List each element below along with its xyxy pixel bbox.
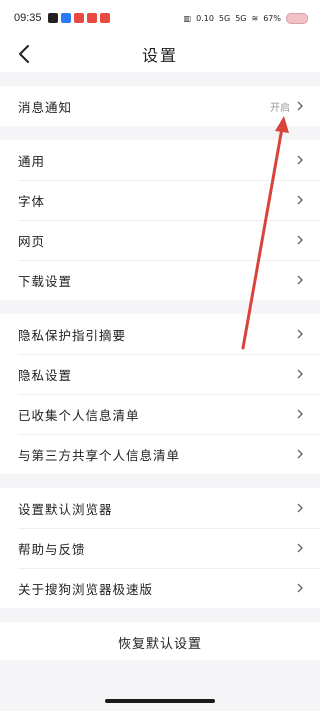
settings-item-font[interactable]: 字体 <box>0 180 320 220</box>
section-about: 设置默认浏览器 帮助与反馈 关于搜狗浏览器极速版 <box>0 488 320 608</box>
settings-item-default-browser[interactable]: 设置默认浏览器 <box>0 488 320 528</box>
settings-item-label: 字体 <box>18 193 46 209</box>
settings-item-notifications[interactable]: 消息通知 开启 <box>0 86 320 126</box>
chevron-right-icon <box>297 155 303 165</box>
settings-item-label: 通用 <box>18 153 46 169</box>
chevron-right-icon <box>297 329 303 339</box>
signal-label: 5G <box>235 13 247 23</box>
settings-item-privacy-summary[interactable]: 隐私保护指引摘要 <box>0 314 320 354</box>
restore-defaults-button[interactable]: 恢复默认设置 <box>0 622 320 662</box>
status-bar: 09:35 ▥ 0.10 5G 5G ≋ 67% <box>0 0 320 36</box>
chevron-right-icon <box>297 235 303 245</box>
settings-item-label: 消息通知 <box>18 99 73 115</box>
chevron-right-icon <box>297 275 303 285</box>
chevron-right-icon <box>297 369 303 379</box>
page-title: 设置 <box>141 46 178 65</box>
bottom-area <box>0 660 320 711</box>
section-divider <box>0 608 320 622</box>
restore-defaults-label: 恢复默认设置 <box>117 636 202 652</box>
settings-item-about[interactable]: 关于搜狗浏览器极速版 <box>0 568 320 608</box>
chevron-right-icon <box>297 195 303 205</box>
chevron-right-icon <box>297 583 303 593</box>
app-icon <box>47 13 58 23</box>
settings-item-label: 与第三方共享个人信息清单 <box>18 447 181 463</box>
back-arrow-icon[interactable] <box>14 42 36 66</box>
section-divider <box>0 72 320 86</box>
settings-item-collected-info[interactable]: 已收集个人信息清单 <box>0 394 320 434</box>
app-icon <box>60 13 71 23</box>
settings-item-label: 网页 <box>18 233 46 249</box>
header: 设置 <box>0 36 320 72</box>
section-divider <box>0 126 320 140</box>
battery-text: 67% <box>263 13 281 23</box>
settings-item-label: 隐私设置 <box>18 367 73 383</box>
network-speed: 0.10 <box>196 13 214 23</box>
settings-item-third-party[interactable]: 与第三方共享个人信息清单 <box>0 434 320 474</box>
signal-label: 5G <box>218 13 231 23</box>
app-icon <box>99 13 110 23</box>
settings-item-general[interactable]: 通用 <box>0 140 320 180</box>
battery-icon <box>286 12 308 24</box>
app-icon <box>73 13 84 23</box>
settings-item-label: 已收集个人信息清单 <box>18 407 140 423</box>
settings-item-privacy[interactable]: 隐私设置 <box>0 354 320 394</box>
chevron-right-icon <box>297 449 303 459</box>
home-indicator[interactable] <box>105 699 215 703</box>
settings-item-download[interactable]: 下载设置 <box>0 260 320 300</box>
section-divider <box>0 474 320 488</box>
section-divider <box>0 300 320 314</box>
status-time: 09:35 <box>14 12 42 24</box>
app-icon <box>86 13 97 23</box>
chevron-right-icon <box>297 409 303 419</box>
settings-item-value: 开启 <box>270 102 290 114</box>
section-privacy: 隐私保护指引摘要 隐私设置 已收集个人信息清单 与第三方共享个人信息清单 <box>0 314 320 474</box>
settings-item-webpage[interactable]: 网页 <box>0 220 320 260</box>
chevron-right-icon <box>297 543 303 553</box>
settings-item-label: 隐私保护指引摘要 <box>18 327 127 343</box>
wifi-icon: ≋ <box>251 13 259 23</box>
settings-item-label: 下载设置 <box>18 273 73 289</box>
vibrate-icon: ▥ <box>183 13 192 23</box>
section-notifications: 消息通知 开启 <box>0 86 320 126</box>
settings-item-label: 关于搜狗浏览器极速版 <box>18 581 154 597</box>
chevron-right-icon <box>297 101 303 111</box>
chevron-right-icon <box>297 503 303 513</box>
section-general: 通用 字体 网页 下载设置 <box>0 140 320 300</box>
settings-item-label: 帮助与反馈 <box>18 541 86 557</box>
settings-item-label: 设置默认浏览器 <box>18 501 113 517</box>
settings-item-help[interactable]: 帮助与反馈 <box>0 528 320 568</box>
